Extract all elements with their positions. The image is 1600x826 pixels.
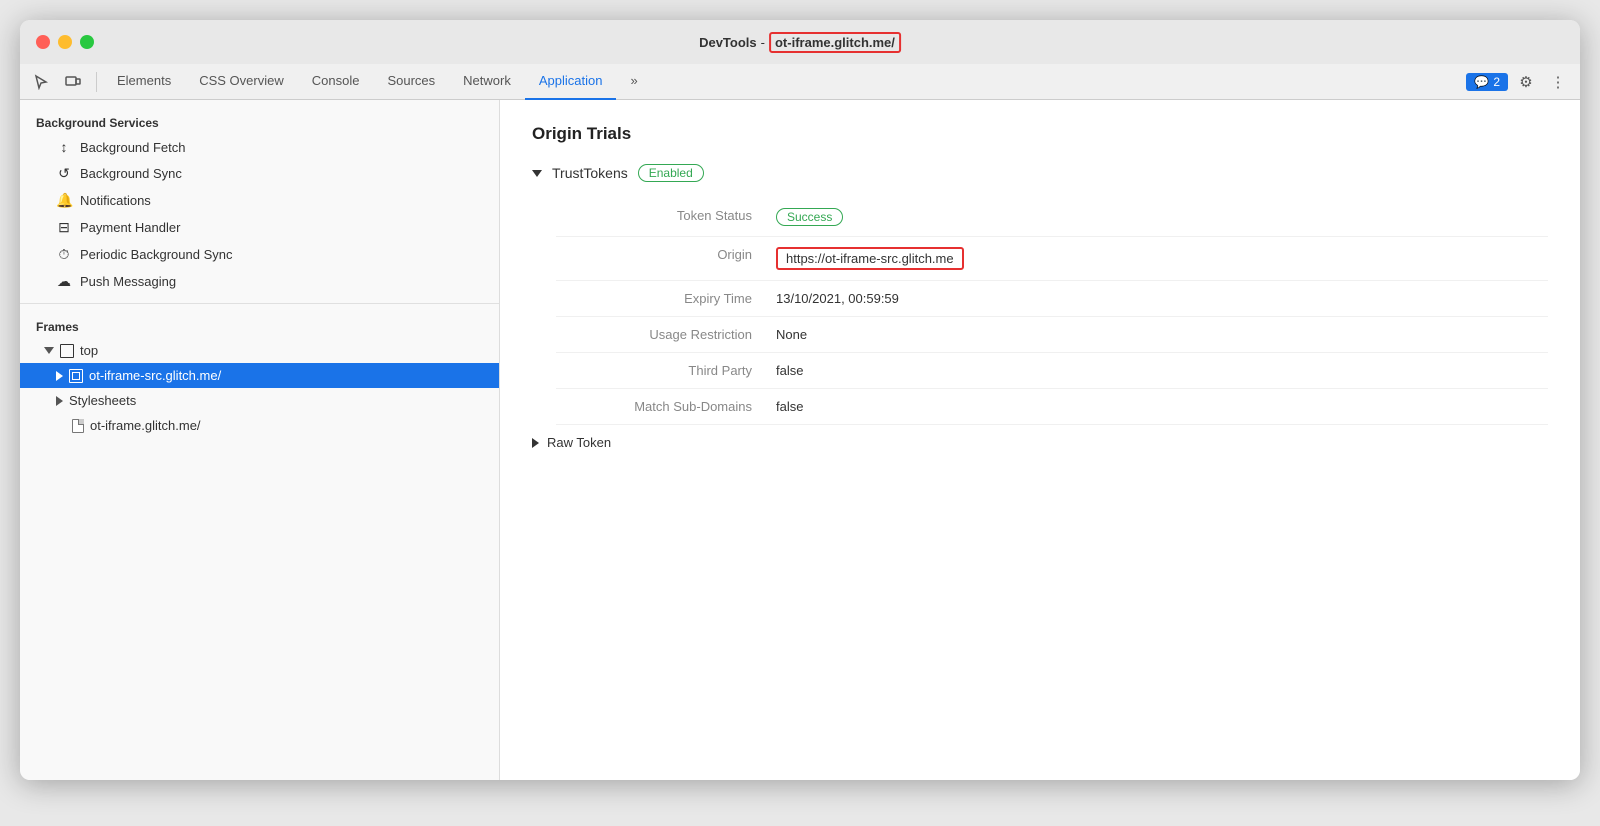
tab-css-overview[interactable]: CSS Overview [185,64,298,100]
toolbar-divider [96,72,97,92]
iframe-icon [69,369,83,383]
raw-token-header[interactable]: Raw Token [532,435,1548,450]
background-services-title: Background Services [20,108,499,134]
cursor-icon[interactable] [28,69,54,95]
ot-iframe-src-label: ot-iframe-src.glitch.me/ [89,368,221,383]
main-content: Background Services ↕ Background Fetch ↺… [20,100,1580,780]
third-party-value: false [776,353,1548,389]
background-fetch-icon: ↕ [56,139,72,155]
trust-tokens-name: TrustTokens [552,165,628,181]
device-toolbar-icon[interactable] [60,69,86,95]
title-url: ot-iframe.glitch.me/ [769,32,901,53]
sidebar-item-periodic-background-sync[interactable]: ⏱ Periodic Background Sync [20,241,499,268]
push-messaging-icon: ☁ [56,273,72,290]
sidebar-item-background-sync[interactable]: ↺ Background Sync [20,160,499,187]
background-fetch-label: Background Fetch [80,140,186,155]
enabled-badge: Enabled [638,164,704,182]
background-sync-icon: ↺ [56,165,72,182]
traffic-lights [36,35,94,49]
sidebar-item-payment-handler[interactable]: ⊟ Payment Handler [20,214,499,241]
devtools-label: DevTools [699,35,757,50]
expiry-time-value: 13/10/2021, 00:59:59 [776,281,1548,317]
notifications-icon: 🔔 [56,192,72,209]
sidebar-item-notifications[interactable]: 🔔 Notifications [20,187,499,214]
notifications-label: Notifications [80,193,151,208]
more-tabs-button[interactable]: » [616,64,651,100]
payment-handler-icon: ⊟ [56,219,72,236]
toolbar-right: 💬 2 ⚙ ⋮ [1466,68,1572,96]
usage-restriction-label: Usage Restriction [556,317,776,353]
tab-elements[interactable]: Elements [103,64,185,100]
trial-expand-icon [532,170,542,177]
sidebar-item-background-fetch[interactable]: ↕ Background Fetch [20,134,499,160]
frames-top-item[interactable]: top [20,338,499,363]
raw-token-label: Raw Token [547,435,611,450]
toolbar-tabs: Elements CSS Overview Console Sources Ne… [103,64,1464,100]
minimize-button[interactable] [58,35,72,49]
periodic-sync-label: Periodic Background Sync [80,247,232,262]
origin-value-cell: https://ot-iframe-src.glitch.me [776,237,1548,281]
expand-iframe-icon [56,371,63,381]
file-icon [72,419,84,433]
third-party-label: Third Party [556,353,776,389]
titlebar: DevTools - ot-iframe.glitch.me/ [20,20,1580,64]
tab-application[interactable]: Application [525,64,617,100]
trial-details: Token Status Success Origin https://ot-i… [556,198,1548,425]
background-sync-label: Background Sync [80,166,182,181]
push-messaging-label: Push Messaging [80,274,176,289]
expand-top-icon [44,347,54,354]
token-status-label: Token Status [556,198,776,237]
tab-console[interactable]: Console [298,64,374,100]
stylesheets-label: Stylesheets [69,393,136,408]
chat-icon: 💬 [1474,75,1489,89]
periodic-sync-icon: ⏱ [56,246,72,263]
settings-icon[interactable]: ⚙ [1512,68,1540,96]
page-icon [60,344,74,358]
sidebar-divider [20,303,499,304]
success-badge: Success [776,208,843,226]
close-button[interactable] [36,35,50,49]
frames-title: Frames [20,312,499,338]
trust-tokens-section: TrustTokens Enabled Token Status Success… [532,164,1548,450]
window-title: DevTools - ot-iframe.glitch.me/ [699,32,901,53]
sidebar: Background Services ↕ Background Fetch ↺… [20,100,500,780]
token-status-value: Success [776,198,1548,237]
origin-highlight: https://ot-iframe-src.glitch.me [776,247,964,270]
expiry-time-label: Expiry Time [556,281,776,317]
tab-network[interactable]: Network [449,64,525,100]
chat-count: 2 [1493,75,1500,89]
expand-stylesheets-icon [56,396,63,406]
ot-iframe-file-label: ot-iframe.glitch.me/ [90,418,201,433]
more-options-icon[interactable]: ⋮ [1544,68,1572,96]
usage-restriction-value: None [776,317,1548,353]
devtools-toolbar: Elements CSS Overview Console Sources Ne… [20,64,1580,100]
fullscreen-button[interactable] [80,35,94,49]
match-sub-domains-label: Match Sub-Domains [556,389,776,425]
match-sub-domains-value: false [776,389,1548,425]
toolbar-icons [28,69,86,95]
chat-badge[interactable]: 💬 2 [1466,73,1508,91]
frames-ot-iframe-src-item[interactable]: ot-iframe-src.glitch.me/ [20,363,499,388]
panel-title: Origin Trials [532,124,1548,144]
tab-sources[interactable]: Sources [373,64,449,100]
top-label: top [80,343,98,358]
trial-header[interactable]: TrustTokens Enabled [532,164,1548,182]
frames-ot-iframe-file-item[interactable]: ot-iframe.glitch.me/ [20,413,499,438]
sidebar-item-push-messaging[interactable]: ☁ Push Messaging [20,268,499,295]
payment-handler-label: Payment Handler [80,220,180,235]
raw-token-expand-icon [532,438,539,448]
main-panel: Origin Trials TrustTokens Enabled Token … [500,100,1580,780]
origin-label: Origin [556,237,776,281]
frames-stylesheets-item[interactable]: Stylesheets [20,388,499,413]
